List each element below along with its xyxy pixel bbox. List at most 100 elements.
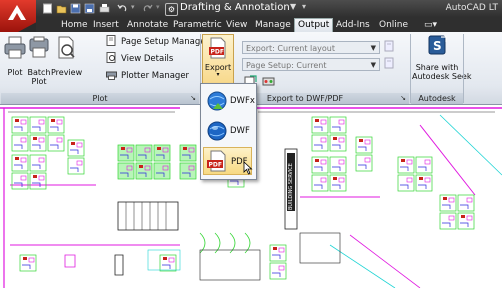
export-dropdown-menu: DWFx DWF PDF PDF <box>200 83 257 180</box>
page-setup-icon <box>106 35 116 46</box>
cubicle-cluster <box>67 139 85 175</box>
batch-plot-button[interactable]: Batch Plot <box>26 36 52 86</box>
redo-icon[interactable] <box>142 3 153 14</box>
tab-overflow-icon[interactable]: ▭▾ <box>421 19 440 32</box>
autocad-a-icon <box>8 5 26 20</box>
export-panel-title-text: Export to DWF/PDF <box>266 94 344 103</box>
save-icon[interactable] <box>70 3 81 14</box>
open-icon[interactable] <box>56 3 67 14</box>
export-menu-item-dwfx[interactable]: DWFx <box>203 87 255 115</box>
export-settings-button[interactable] <box>262 75 275 89</box>
cubicle-cluster <box>397 156 433 192</box>
ribbon-tabs: Home Insert Annotate Parametric View Man… <box>36 17 502 33</box>
view-details-button[interactable]: View Details <box>106 52 173 66</box>
undo-dropdown-icon[interactable]: ▾ <box>131 3 135 11</box>
export-menu-item-dwf[interactable]: DWF <box>203 117 252 145</box>
panel-separator <box>463 34 464 103</box>
dwf-label: DWF <box>230 126 250 136</box>
export-options-button[interactable] <box>384 40 396 54</box>
batch-plot-label: Batch Plot <box>27 68 51 86</box>
svg-text:S: S <box>433 39 442 53</box>
application-window: ▾ ▾ ⚙ Drafting & Annotation ▼ ▾ AutoCAD L… <box>0 0 502 288</box>
workspace-selector[interactable]: ⚙ Drafting & Annotation <box>165 2 290 16</box>
dwfx-globe-icon <box>207 91 227 111</box>
cubicle-cluster <box>311 156 347 192</box>
tab-output[interactable]: Output <box>294 18 334 33</box>
stair <box>117 201 179 231</box>
print-icon[interactable] <box>99 3 110 14</box>
mouse-cursor-icon <box>243 161 253 175</box>
preview-icon <box>58 36 75 59</box>
cubicle-cluster <box>11 116 65 152</box>
tab-view[interactable]: View <box>223 19 250 32</box>
export-button[interactable]: PDF Export ▾ <box>202 34 234 84</box>
application-menu-button[interactable] <box>0 0 36 32</box>
page-setup-options-icon <box>384 57 394 69</box>
page-setup-select[interactable]: Page Setup: Current ▼ <box>242 58 380 71</box>
chevron-down-icon: ▼ <box>370 61 376 69</box>
preview-label: Preview <box>51 68 83 77</box>
export-scope-select[interactable]: Export: Current layout ▼ <box>242 41 380 54</box>
export-dropdown-icon: ▾ <box>216 71 220 78</box>
building-service-core: BUILDING SERVICE <box>284 148 298 230</box>
workspace-label: Drafting & Annotation <box>180 2 290 13</box>
customize-quick-access-icon[interactable]: ▾ <box>302 2 306 11</box>
export-settings-icon <box>262 77 275 86</box>
page-setup-manager-label: Page Setup Manager <box>121 37 209 47</box>
view-details-label: View Details <box>121 54 174 64</box>
new-icon[interactable] <box>42 3 53 14</box>
plot-panel-title: Plot ↘ <box>1 93 199 104</box>
plot-button[interactable]: Plot <box>3 36 27 77</box>
page-setup-value: Page Setup: Current <box>246 61 327 70</box>
cubicle-cluster <box>179 144 197 180</box>
tab-online[interactable]: Online <box>376 19 411 32</box>
dwf-globe-icon <box>207 121 227 141</box>
export-scope-value: Export: Current layout <box>246 44 335 53</box>
app-title: AutoCAD LT <box>445 3 498 13</box>
plot-label: Plot <box>7 68 23 77</box>
export-options-icon <box>384 40 394 52</box>
workspace-dropdown-icon[interactable]: ▼ <box>290 2 296 11</box>
plotter-manager-label: Plotter Manager <box>121 71 190 81</box>
tab-insert[interactable]: Insert <box>90 19 122 32</box>
redo-dropdown-icon[interactable]: ▾ <box>156 3 160 11</box>
printer-icon <box>4 36 26 59</box>
gear-icon: ⚙ <box>165 3 178 16</box>
cubicle-cluster <box>19 254 37 272</box>
tab-parametric[interactable]: Parametric <box>170 19 225 32</box>
dwfx-label: DWFx <box>230 96 255 106</box>
plotter-manager-icon <box>106 71 117 80</box>
cubicle-cluster <box>355 136 373 172</box>
cubicle-cluster <box>269 244 287 280</box>
cubicle-cluster <box>117 144 171 180</box>
preview-button[interactable]: Preview <box>51 36 83 77</box>
cubicle-cluster <box>11 154 47 190</box>
batch-printer-icon <box>29 36 49 58</box>
autodesk-seek-icon: S <box>428 35 447 55</box>
panel-launcher-icon[interactable]: ↘ <box>190 93 196 104</box>
pdf-icon: PDF <box>207 150 226 172</box>
undo-icon[interactable] <box>117 3 128 14</box>
plot-panel-title-text: Plot <box>92 94 108 103</box>
cubicle-cluster <box>439 194 475 230</box>
svg-text:PDF: PDF <box>209 162 222 169</box>
chevron-down-icon: ▼ <box>370 44 376 52</box>
building-service-label: BUILDING SERVICE <box>288 163 294 210</box>
share-with-seek-button[interactable]: S Share with Autodesk Seek <box>412 35 472 81</box>
save-as-icon[interactable] <box>84 3 95 14</box>
cubicle-cluster <box>311 116 347 152</box>
tab-annotate[interactable]: Annotate <box>124 19 171 32</box>
plotter-manager-button[interactable]: Plotter Manager <box>106 69 189 83</box>
export-menu-item-pdf[interactable]: PDF PDF <box>203 147 253 175</box>
tab-add-ins[interactable]: Add-Ins <box>333 19 373 32</box>
tab-manage[interactable]: Manage <box>252 19 294 32</box>
tab-home[interactable]: Home <box>58 19 91 32</box>
title-bar: ▾ ▾ ⚙ Drafting & Annotation ▼ ▾ AutoCAD L… <box>0 0 502 17</box>
panel-launcher-icon[interactable]: ↘ <box>400 93 406 104</box>
export-pdf-icon: PDF <box>209 37 226 59</box>
page-setup-options-button[interactable] <box>384 57 396 71</box>
cubicle-cluster <box>159 254 177 272</box>
view-details-icon <box>106 52 116 63</box>
page-setup-manager-button[interactable]: Page Setup Manager <box>106 35 209 49</box>
share-with-seek-label: Share with Autodesk Seek <box>412 63 472 81</box>
